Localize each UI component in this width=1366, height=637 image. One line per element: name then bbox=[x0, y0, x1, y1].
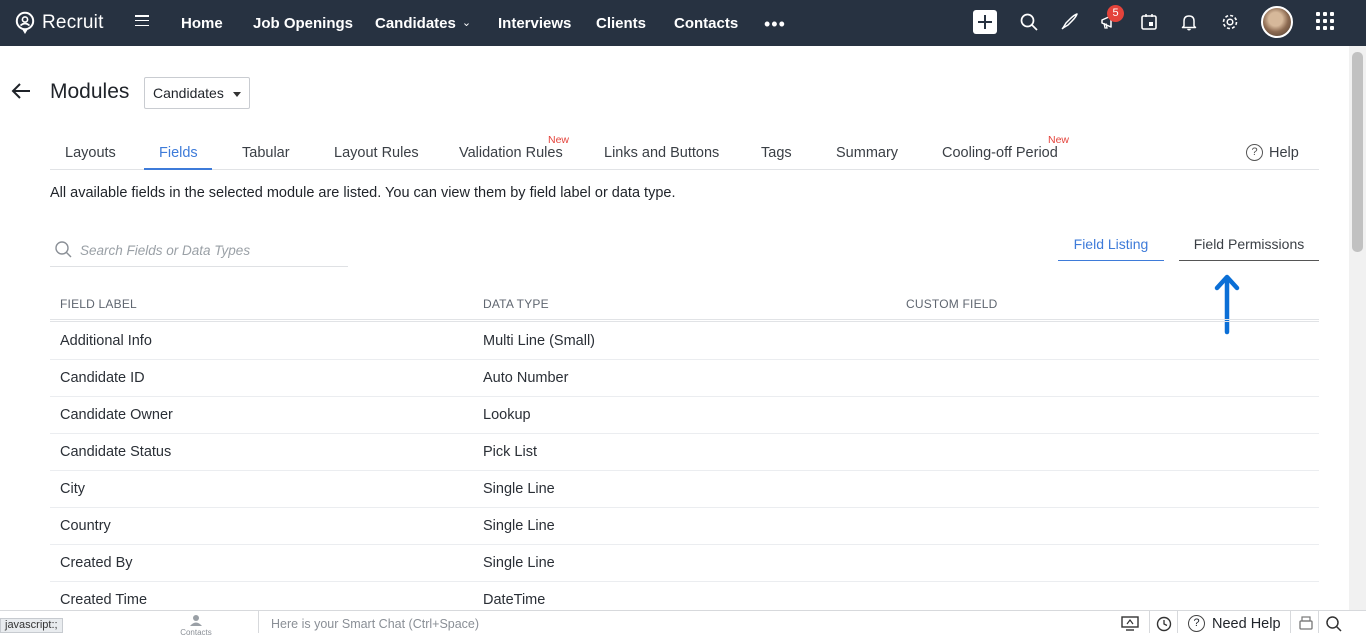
field-label-cell: Additional Info bbox=[60, 333, 152, 349]
help-question-icon: ? bbox=[1246, 144, 1263, 161]
search-field[interactable] bbox=[50, 236, 348, 267]
help-link[interactable]: ? Help bbox=[1246, 144, 1299, 161]
caret-down-icon bbox=[233, 92, 241, 97]
field-label-cell: Country bbox=[60, 518, 111, 534]
data-type-cell: Multi Line (Small) bbox=[483, 333, 595, 349]
help-label: Help bbox=[1269, 144, 1299, 161]
table-row[interactable]: Created By Single Line bbox=[50, 545, 1319, 582]
nav-contacts-label: Contacts bbox=[674, 14, 739, 32]
tab-cooling-off-period[interactable]: Cooling-off Period bbox=[942, 145, 1058, 161]
user-avatar[interactable] bbox=[1261, 6, 1293, 38]
back-arrow-icon[interactable] bbox=[10, 80, 32, 102]
calendar-icon[interactable] bbox=[1137, 10, 1161, 34]
tab-validation-rules[interactable]: Validation Rules bbox=[459, 145, 563, 161]
nav-interviews[interactable]: Interviews bbox=[498, 0, 571, 46]
data-type-cell: Lookup bbox=[483, 407, 531, 423]
notification-count-badge: 5 bbox=[1107, 5, 1124, 22]
nav-more-button[interactable]: ••• bbox=[764, 14, 786, 35]
question-circle-icon: ? bbox=[1188, 615, 1205, 632]
settings-gear-icon[interactable] bbox=[1218, 10, 1242, 34]
fields-description: All available fields in the selected mod… bbox=[50, 185, 676, 201]
print-icon[interactable] bbox=[1296, 614, 1316, 632]
tab-summary[interactable]: Summary bbox=[836, 145, 898, 161]
chevron-down-icon: ⌄ bbox=[461, 16, 472, 29]
new-badge: New bbox=[548, 134, 570, 146]
table-row[interactable]: Candidate Status Pick List bbox=[50, 434, 1319, 471]
fields-table-body: Additional Info Multi Line (Small) Candi… bbox=[50, 323, 1319, 619]
menu-hamburger-icon[interactable] bbox=[135, 15, 149, 29]
tab-fields[interactable]: Fields bbox=[159, 145, 198, 161]
bottom-search-icon[interactable] bbox=[1324, 614, 1344, 632]
nav-home-label: Home bbox=[181, 14, 223, 32]
tab-layout-rules[interactable]: Layout Rules bbox=[334, 145, 419, 161]
tabs-divider bbox=[50, 169, 1319, 170]
data-type-cell: Pick List bbox=[483, 444, 537, 460]
apps-grid-icon[interactable] bbox=[1316, 12, 1334, 30]
data-type-cell: Single Line bbox=[483, 481, 555, 497]
column-header-custom-field[interactable]: CUSTOM FIELD bbox=[906, 297, 998, 311]
browser-status-text: javascript:; bbox=[0, 618, 63, 633]
nav-clients-label: Clients bbox=[596, 14, 647, 32]
bell-icon[interactable] bbox=[1177, 10, 1201, 34]
need-help-label: Need Help bbox=[1212, 615, 1281, 632]
nav-job-openings[interactable]: Job Openings bbox=[253, 0, 353, 46]
nav-home[interactable]: Home bbox=[181, 0, 223, 46]
field-listing-tab[interactable]: Field Listing bbox=[1058, 236, 1164, 261]
rocket-icon[interactable] bbox=[1057, 10, 1081, 34]
table-row[interactable]: Additional Info Multi Line (Small) bbox=[50, 323, 1319, 360]
field-label-cell: Created By bbox=[60, 555, 133, 571]
data-type-cell: Auto Number bbox=[483, 370, 569, 386]
nav-candidates[interactable]: Candidates ⌄ bbox=[375, 0, 471, 46]
table-row[interactable]: City Single Line bbox=[50, 471, 1319, 508]
active-tab-indicator bbox=[144, 168, 212, 170]
recruit-logo-icon bbox=[15, 11, 35, 34]
table-row[interactable]: Candidate Owner Lookup bbox=[50, 397, 1319, 434]
bottom-contacts-shortcut[interactable]: Contacts bbox=[178, 614, 214, 637]
tab-tags[interactable]: Tags bbox=[761, 145, 792, 161]
top-navigation-bar: Recruit Home Job Openings Candidates ⌄ In… bbox=[0, 0, 1366, 46]
need-help-button[interactable]: ? Need Help bbox=[1188, 615, 1281, 632]
search-icon bbox=[55, 241, 72, 258]
field-label-cell: Candidate ID bbox=[60, 370, 145, 386]
screen-share-icon[interactable] bbox=[1120, 614, 1140, 632]
column-header-data-type[interactable]: DATA TYPE bbox=[483, 297, 549, 311]
field-label-cell: Created Time bbox=[60, 592, 148, 608]
scrollbar-thumb[interactable] bbox=[1352, 52, 1363, 252]
field-label-cell: Candidate Owner bbox=[60, 407, 173, 423]
data-type-cell: Single Line bbox=[483, 555, 555, 571]
nav-contacts[interactable]: Contacts bbox=[674, 0, 738, 46]
app-name: Recruit bbox=[42, 12, 104, 33]
smart-chat-input[interactable]: Here is your Smart Chat (Ctrl+Space) bbox=[271, 617, 479, 631]
column-header-field-label[interactable]: FIELD LABEL bbox=[60, 297, 137, 311]
module-select-dropdown[interactable]: Candidates bbox=[144, 77, 250, 109]
fields-table-header: FIELD LABEL DATA TYPE CUSTOM FIELD bbox=[50, 295, 1319, 322]
nav-candidates-label: Candidates bbox=[375, 14, 456, 32]
field-label-cell: City bbox=[60, 481, 85, 497]
table-row[interactable]: Country Single Line bbox=[50, 508, 1319, 545]
nav-clients[interactable]: Clients bbox=[596, 0, 646, 46]
field-permissions-tab[interactable]: Field Permissions bbox=[1179, 236, 1319, 261]
data-type-cell: Single Line bbox=[483, 518, 555, 534]
tab-links-and-buttons[interactable]: Links and Buttons bbox=[604, 145, 719, 161]
quick-create-plus-icon[interactable] bbox=[973, 10, 997, 34]
new-badge: New bbox=[1048, 134, 1070, 146]
search-icon[interactable] bbox=[1017, 10, 1041, 34]
page-title: Modules bbox=[50, 80, 130, 103]
tab-tabular[interactable]: Tabular bbox=[242, 145, 290, 161]
contacts-person-icon bbox=[190, 615, 202, 626]
nav-interviews-label: Interviews bbox=[498, 14, 572, 32]
nav-job-openings-label: Job Openings bbox=[253, 14, 354, 32]
vertical-scrollbar[interactable] bbox=[1349, 46, 1366, 610]
data-type-cell: DateTime bbox=[483, 592, 546, 608]
table-row[interactable]: Candidate ID Auto Number bbox=[50, 360, 1319, 397]
history-clock-icon[interactable] bbox=[1154, 614, 1174, 632]
field-label-cell: Candidate Status bbox=[60, 444, 172, 460]
search-input[interactable] bbox=[80, 239, 340, 261]
recruit-logo[interactable]: Recruit bbox=[14, 9, 104, 37]
tab-layouts[interactable]: Layouts bbox=[65, 145, 116, 161]
module-select-value: Candidates bbox=[153, 85, 224, 101]
